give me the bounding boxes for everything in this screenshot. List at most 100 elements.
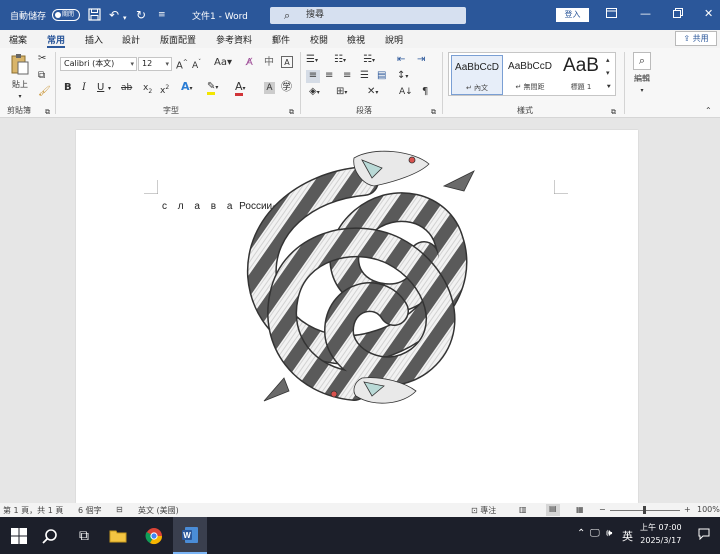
proofing-icon[interactable]: ⊟ [116,505,123,514]
word-count[interactable]: 6 個字 [78,505,102,516]
share-button[interactable]: ⇪ 共用 [675,31,717,46]
search-icon[interactable] [33,517,67,554]
strikethrough-icon[interactable]: ab [121,82,132,94]
character-shading-icon[interactable]: A [264,82,275,94]
page-info[interactable]: 第 1 頁，共 1 頁 [3,505,63,516]
superscript-icon[interactable]: x2 [160,82,169,97]
paste-button[interactable]: 貼上 ▾ [8,53,32,100]
cut-icon[interactable]: ✂ [38,53,46,65]
style-no-spacing[interactable]: AaBbCcD ↵ 無間距 [504,55,556,95]
phonetic-guide-icon[interactable]: 中 [264,57,274,69]
distributed-icon[interactable]: ▤ [377,70,386,82]
tab-file[interactable]: 檔案 [9,33,27,46]
bold-icon[interactable]: B [64,82,72,94]
search-box[interactable]: ⌕ 搜尋 [270,7,466,24]
enclose-characters-icon[interactable]: ㊫ [281,81,292,93]
font-name-select[interactable]: Calibri (本文) ▾ [60,57,137,71]
tab-layout[interactable]: 版面配置 [160,33,196,46]
increase-indent-icon[interactable]: ⇥ [417,54,425,66]
multilevel-list-icon[interactable]: ☵▾ [363,54,375,67]
styles-scroll-down-icon[interactable]: ▾ [606,67,610,79]
tab-references[interactable]: 參考資料 [216,33,252,46]
tab-mailings[interactable]: 郵件 [272,33,290,46]
tab-help[interactable]: 說明 [385,33,403,46]
subscript-icon[interactable]: x2 [143,82,152,98]
copy-icon[interactable]: ⧉ [38,70,45,82]
underline-icon[interactable]: U [97,82,104,94]
read-mode-icon[interactable]: ▥ [519,505,527,514]
sort-icon[interactable]: A↓ [399,86,413,98]
task-view-icon[interactable]: ⧉ [67,517,101,554]
ime-indicator[interactable]: 英 [622,528,633,544]
grow-font-icon[interactable]: A^ [176,57,188,72]
font-launcher-icon[interactable]: ⧉ [289,106,294,118]
clock[interactable]: 上午 07:00 2025/3/17 [640,521,682,547]
clipboard-launcher-icon[interactable]: ⧉ [45,106,50,118]
change-case-icon[interactable]: Aa▾ [214,57,232,69]
justify-icon[interactable]: ☰ [360,70,369,82]
borders-icon[interactable]: ⊞▾ [336,86,347,99]
character-border-icon[interactable]: A [281,56,293,68]
text-effects-icon[interactable]: A▾ [181,81,193,95]
print-layout-icon[interactable]: ▤ [546,504,560,516]
tab-home[interactable]: 常用 [47,33,66,48]
asian-layout-icon[interactable]: ✕▾ [367,86,378,99]
ribbon-display-options-icon[interactable] [606,8,617,21]
chrome-icon[interactable] [137,517,171,554]
collapse-ribbon-icon[interactable]: ⌃ [705,105,712,117]
shading-icon[interactable]: ◈▾ [309,86,320,99]
web-layout-icon[interactable]: ▦ [576,505,584,514]
minimize-icon[interactable]: — [640,8,651,20]
show-marks-icon[interactable]: ¶ [422,86,428,98]
styles-scroll-up-icon[interactable]: ▴ [606,54,610,66]
shrink-font-icon[interactable]: Aˇ [192,57,201,72]
word-taskbar-icon[interactable]: W [173,517,207,554]
show-hidden-icons-icon[interactable]: ⌃ [577,528,585,539]
numbering-icon[interactable]: ☷▾ [334,54,346,67]
undo-dropdown-icon[interactable]: ▾ [123,11,127,25]
italic-icon[interactable]: I [82,82,86,94]
tab-review[interactable]: 校閱 [310,33,328,46]
align-left-icon[interactable]: ≡ [306,70,320,83]
tab-design[interactable]: 設計 [122,33,140,46]
align-right-icon[interactable]: ≡ [343,70,351,82]
autosave-toggle[interactable]: 關閉 [52,9,80,21]
bullets-icon[interactable]: ☰▾ [306,54,318,67]
undo-icon[interactable]: ↶ [109,8,119,22]
paragraph-launcher-icon[interactable]: ⧉ [431,106,436,118]
line-spacing-icon[interactable]: ↕▾ [397,70,408,83]
ouroboros-snakes-image[interactable] [244,146,494,416]
style-normal[interactable]: AaBbCcD ↵ 內文 [451,55,503,95]
font-size-select[interactable]: 12 ▾ [138,57,172,71]
decrease-indent-icon[interactable]: ⇤ [397,54,405,66]
styles-more-icon[interactable]: ⯆ [606,81,612,93]
sign-in-button[interactable]: 登入 [556,8,589,22]
clear-formatting-icon[interactable]: A̸ [246,57,253,69]
focus-mode[interactable]: ⊡ 專注 [471,505,496,516]
highlight-icon[interactable]: ✎▾ [207,81,218,95]
zoom-in-icon[interactable]: + [684,505,691,514]
font-color-icon[interactable]: A▾ [235,80,246,96]
windows-start-icon[interactable] [2,517,36,554]
style-heading-1[interactable]: AaB 標題 1 [557,55,605,95]
file-explorer-icon[interactable] [101,517,135,554]
tab-insert[interactable]: 插入 [85,33,103,46]
save-icon[interactable] [88,8,101,24]
styles-launcher-icon[interactable]: ⧉ [611,106,616,118]
restore-icon[interactable] [673,8,683,21]
volume-icon[interactable]: 🕪 [606,528,612,539]
zoom-level[interactable]: 100% [697,505,720,514]
tab-view[interactable]: 檢視 [347,33,365,46]
document-page[interactable]: с л а в а России↵ [76,130,638,503]
notifications-icon[interactable] [698,528,710,543]
format-painter-icon[interactable]: 🖌 [38,86,51,98]
underline-dropdown-icon[interactable]: ▾ [108,83,111,95]
network-icon[interactable]: 🖵 [590,528,600,539]
close-icon[interactable]: ✕ [704,8,713,20]
customize-qat-icon[interactable]: ≡ [158,8,166,22]
align-center-icon[interactable]: ≡ [325,70,333,82]
language[interactable]: 英文 (美國) [138,505,179,516]
redo-icon[interactable]: ↻ [136,8,146,22]
zoom-out-icon[interactable]: − [599,505,606,514]
zoom-slider-thumb[interactable] [643,506,646,514]
